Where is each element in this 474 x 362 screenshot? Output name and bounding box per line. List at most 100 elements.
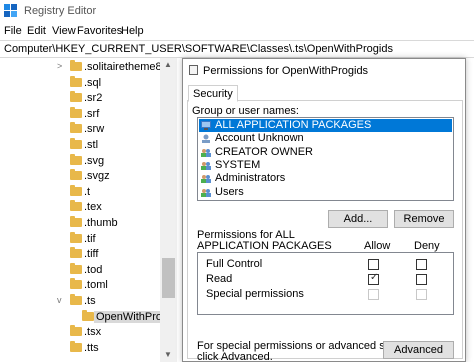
scroll-up-icon[interactable]: ▲ bbox=[164, 60, 172, 69]
tree-item[interactable]: .t bbox=[0, 184, 180, 201]
folder-icon bbox=[70, 60, 82, 71]
tree-item-label: .ts bbox=[84, 295, 96, 307]
tree-item-label: .t bbox=[84, 185, 91, 198]
user-icon bbox=[202, 134, 210, 144]
folder-icon bbox=[70, 75, 82, 87]
tree-item[interactable]: .srf bbox=[0, 106, 180, 123]
folder-icon bbox=[70, 278, 82, 290]
allow-checkbox bbox=[368, 289, 379, 300]
menu-edit[interactable]: Edit bbox=[27, 25, 46, 37]
address-bar[interactable]: Computer\HKEY_CURRENT_USER\SOFTWARE\Clas… bbox=[0, 40, 474, 58]
user-list-item[interactable]: ALL APPLICATION PACKAGES bbox=[199, 119, 452, 132]
menu-help[interactable]: Help bbox=[121, 25, 144, 37]
check-icon: ✓ bbox=[370, 272, 379, 283]
users-list[interactable]: ALL APPLICATION PACKAGES Account Unknown C… bbox=[197, 117, 454, 201]
user-list-item[interactable]: Users bbox=[199, 186, 452, 199]
group-icon bbox=[201, 175, 211, 184]
tree-item[interactable]: .sr2 bbox=[0, 91, 180, 107]
user-list-item[interactable]: CREATOR OWNER bbox=[199, 146, 452, 159]
group-icon bbox=[201, 161, 211, 170]
tree-item[interactable]: .tsx bbox=[0, 325, 180, 341]
menu-file[interactable]: File bbox=[4, 25, 22, 37]
tree-item[interactable]: OpenWithProg bbox=[0, 309, 180, 326]
tree-item-label: .srw bbox=[84, 123, 105, 136]
tree-item[interactable]: .svg bbox=[0, 153, 180, 170]
group-icon bbox=[201, 188, 211, 197]
allow-checkbox[interactable]: ✓ bbox=[368, 272, 379, 285]
packages-icon bbox=[201, 121, 211, 130]
folder-icon bbox=[70, 91, 82, 103]
tree-item-label: OpenWithProg bbox=[94, 310, 171, 323]
folder-icon bbox=[70, 216, 82, 227]
scroll-thumb[interactable] bbox=[162, 258, 175, 298]
scroll-down-icon[interactable]: ▼ bbox=[164, 350, 172, 359]
registry-editor-icon bbox=[4, 4, 17, 17]
tree-item[interactable]: v .ts bbox=[0, 294, 180, 310]
app-title: Registry Editor bbox=[24, 5, 97, 17]
tree-item-label: .sr2 bbox=[84, 92, 103, 105]
tree-item[interactable]: .tts bbox=[0, 340, 180, 357]
permissions-dialog: Permissions for OpenWithProgids Security… bbox=[182, 58, 466, 362]
tree-item[interactable]: .tif bbox=[0, 231, 180, 248]
chevron-down-icon[interactable]: v bbox=[57, 295, 62, 305]
group-icon bbox=[201, 148, 211, 157]
menu-view[interactable]: View bbox=[52, 25, 76, 37]
permissions-list: Full Control Read ✓ Special permissions bbox=[197, 252, 454, 315]
user-list-item[interactable]: SYSTEM bbox=[199, 159, 452, 172]
user-name: Account Unknown bbox=[215, 132, 304, 145]
tree-item[interactable]: .toml bbox=[0, 278, 180, 294]
tree-item[interactable]: .srw bbox=[0, 122, 180, 138]
tree-scrollbar[interactable]: ▲ ▼ bbox=[160, 58, 177, 362]
folder-icon bbox=[70, 138, 82, 149]
tree-item-label: .toml bbox=[84, 279, 108, 292]
registry-tree: > .solitairetheme8 .sql .sr2 .srf .srw .stl .sv… bbox=[0, 58, 180, 362]
tree-item[interactable]: > .solitairetheme8 bbox=[0, 60, 180, 76]
chevron-right-icon[interactable]: > bbox=[57, 61, 62, 71]
folder-icon bbox=[70, 200, 82, 212]
tree-item-label: .thumb bbox=[84, 217, 118, 229]
tree-item[interactable]: .stl bbox=[0, 138, 180, 154]
allow-checkbox[interactable] bbox=[368, 259, 379, 270]
user-name: CREATOR OWNER bbox=[215, 145, 313, 158]
remove-button[interactable]: Remove bbox=[394, 210, 454, 228]
folder-icon bbox=[70, 340, 82, 352]
tree-item-label: .tsx bbox=[84, 326, 102, 339]
document-icon bbox=[189, 65, 198, 75]
tree-item[interactable]: .sql bbox=[0, 75, 180, 92]
permission-label: Full Control bbox=[206, 258, 263, 270]
user-name: Users bbox=[215, 185, 244, 198]
tree-item-label: .tts bbox=[84, 341, 99, 354]
folder-icon bbox=[82, 309, 94, 321]
add-button[interactable]: Add... bbox=[328, 210, 388, 228]
menu-favorites[interactable]: Favorites bbox=[77, 25, 122, 37]
advanced-button[interactable]: Advanced bbox=[383, 341, 454, 359]
address-path[interactable]: Computer\HKEY_CURRENT_USER\SOFTWARE\Clas… bbox=[4, 43, 393, 55]
tree-item-label: .tod bbox=[84, 263, 103, 276]
folder-icon bbox=[70, 122, 82, 134]
tree-item[interactable]: .thumb bbox=[0, 216, 180, 232]
folder-icon bbox=[70, 153, 82, 165]
user-list-item[interactable]: Account Unknown bbox=[199, 132, 452, 145]
tree-item-label: .tif bbox=[84, 232, 96, 245]
tree-item[interactable]: .tiff bbox=[0, 247, 180, 263]
group-label: Group or user names: bbox=[192, 105, 299, 117]
tree-item[interactable]: .tex bbox=[0, 200, 180, 216]
tree-item-label: .srf bbox=[84, 107, 100, 120]
tab-strip: Security bbox=[187, 85, 463, 102]
folder-icon bbox=[70, 184, 82, 196]
advanced-note-2: click Advanced. bbox=[197, 351, 273, 362]
user-name: SYSTEM bbox=[215, 158, 261, 171]
allow-column-label: Allow bbox=[364, 240, 391, 252]
folder-icon bbox=[70, 262, 82, 274]
folder-icon bbox=[70, 169, 82, 181]
folder-icon bbox=[70, 106, 82, 118]
tab-security[interactable]: Security bbox=[188, 85, 238, 102]
deny-checkbox[interactable] bbox=[416, 274, 427, 285]
tree-item[interactable]: .tod bbox=[0, 262, 180, 279]
user-list-item[interactable]: Administrators bbox=[199, 172, 452, 185]
folder-icon bbox=[70, 247, 82, 259]
permission-label: Special permissions bbox=[206, 288, 304, 300]
tree-item[interactable]: .svgz bbox=[0, 169, 180, 185]
deny-checkbox[interactable] bbox=[416, 259, 427, 270]
dialog-title: Permissions for OpenWithProgids bbox=[203, 65, 369, 77]
